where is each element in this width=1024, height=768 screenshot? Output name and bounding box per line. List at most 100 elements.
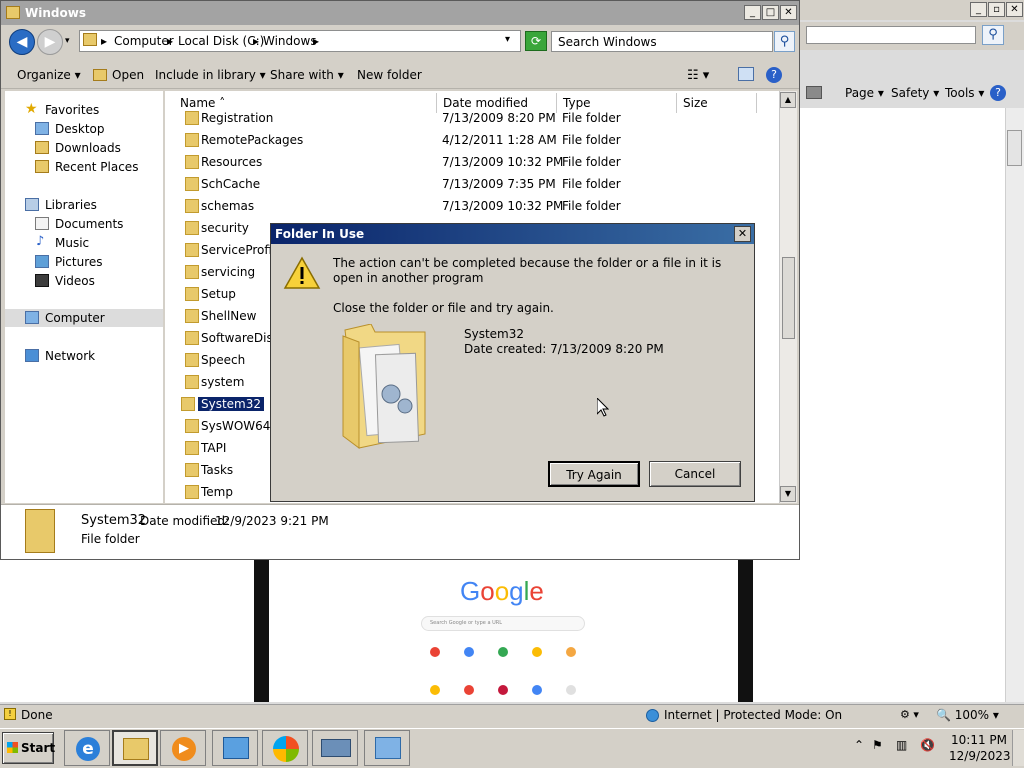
nav-recent-places[interactable]: Recent Places <box>5 158 163 176</box>
documents-icon <box>35 217 49 230</box>
preview-pane-icon[interactable] <box>738 67 754 81</box>
back-button[interactable]: ◀ <box>9 29 35 55</box>
ie-scroll-thumb[interactable] <box>1007 130 1022 166</box>
ie-zone-text: Internet | Protected Mode: On <box>664 708 843 722</box>
shortcut-icon[interactable] <box>566 647 576 657</box>
ie-safety-menu[interactable]: Safety ▾ <box>891 86 939 100</box>
ie-search-icon[interactable]: ⚲ <box>982 25 1004 45</box>
breadcrumb-separator[interactable]: ▸ <box>253 34 259 48</box>
nav-favorites[interactable]: ★ Favorites <box>5 101 163 119</box>
address-dropdown-chevron-down-icon[interactable]: ▾ <box>505 34 510 45</box>
recent-pages-chevron-down-icon[interactable]: ▾ <box>65 36 70 46</box>
ie-scrollbar[interactable] <box>1005 108 1024 702</box>
organize-button[interactable]: Organize ▾ <box>17 68 81 82</box>
nav-videos[interactable]: Videos <box>5 272 163 290</box>
mouse-cursor <box>596 396 610 420</box>
breadcrumb-separator[interactable]: ▸ <box>313 34 319 48</box>
ie-zoom-control[interactable]: 🔍 100% ▾ <box>936 708 999 722</box>
nav-downloads[interactable]: Downloads <box>5 139 163 157</box>
folder-icon <box>185 375 199 389</box>
minimize-button[interactable]: _ <box>744 5 761 20</box>
print-icon[interactable] <box>806 86 822 99</box>
help-icon[interactable]: ? <box>990 85 1006 101</box>
file-row[interactable]: RemotePackages 4/12/2011 1:28 AM File fold… <box>179 130 769 152</box>
shortcut-icon[interactable] <box>532 647 542 657</box>
refresh-icon[interactable]: ⟳ <box>525 31 547 51</box>
keyboard-icon <box>321 739 351 757</box>
show-hidden-icons-chevron-up-icon[interactable]: ⌃ <box>854 738 864 752</box>
include-in-library-button[interactable]: Include in library ▾ <box>155 68 266 82</box>
clock-time[interactable]: 10:11 PM <box>951 733 1007 747</box>
nav-documents[interactable]: Documents <box>5 215 163 233</box>
ie-page-menu[interactable]: Page ▾ <box>845 86 884 100</box>
ie-search-field[interactable] <box>806 26 976 44</box>
change-view-icon[interactable]: ☷ ▾ <box>687 68 709 83</box>
add-shortcut-icon[interactable] <box>566 685 576 695</box>
start-button[interactable]: Start <box>2 732 55 764</box>
show-desktop-button[interactable] <box>1012 730 1024 766</box>
folder-in-use-dialog: Folder In Use ✕ The action can't be comp… <box>270 223 755 502</box>
ie-minimize-button[interactable]: _ <box>970 2 987 17</box>
scroll-thumb[interactable] <box>782 257 795 339</box>
help-icon[interactable]: ? <box>766 67 782 83</box>
nav-network[interactable]: Network <box>5 347 163 365</box>
open-button[interactable]: Open <box>112 68 144 82</box>
file-name: ShellNew <box>201 309 257 323</box>
clock-date[interactable]: 12/9/2023 <box>949 749 1011 763</box>
nav-music[interactable]: ♪ Music <box>5 234 163 252</box>
shortcut-icon[interactable] <box>532 685 542 695</box>
taskbar-internet-explorer[interactable]: e <box>64 730 110 766</box>
maximize-button[interactable]: □ <box>762 5 779 20</box>
nav-libraries[interactable]: Libraries <box>5 196 163 214</box>
cancel-button[interactable]: Cancel <box>649 461 741 487</box>
shortcut-icon[interactable] <box>430 647 440 657</box>
search-icon[interactable]: ⚲ <box>774 31 795 52</box>
shortcut-icon[interactable] <box>430 685 440 695</box>
file-name: SchCache <box>201 177 261 191</box>
taskbar-windows-explorer[interactable] <box>112 730 158 766</box>
new-folder-button[interactable]: New folder <box>357 68 422 82</box>
breadcrumb-separator[interactable]: ▸ <box>101 34 107 48</box>
shortcut-icon[interactable] <box>498 685 508 695</box>
nav-desktop[interactable]: Desktop <box>5 120 163 138</box>
taskbar-keyboard-app[interactable] <box>312 730 358 766</box>
folder-icon <box>185 199 199 213</box>
breadcrumb-separator[interactable]: ▸ <box>167 34 173 48</box>
scroll-down-button[interactable]: ▼ <box>780 486 796 502</box>
details-file-name: System32 <box>81 513 147 528</box>
file-row[interactable]: Resources 7/13/2009 10:32 PM File folder <box>179 152 769 174</box>
file-row[interactable]: SchCache 7/13/2009 7:35 PM File folder <box>179 174 769 196</box>
google-search-box[interactable]: Search Google or type a URL <box>421 616 585 631</box>
folder-icon <box>185 331 199 345</box>
file-row[interactable]: schemas 7/13/2009 10:32 PM File folder <box>179 196 769 218</box>
taskbar-remote-desktop[interactable] <box>212 730 258 766</box>
taskbar-control-panel[interactable] <box>364 730 410 766</box>
taskbar-windows-update[interactable] <box>262 730 308 766</box>
scroll-up-button[interactable]: ▲ <box>780 92 796 108</box>
taskbar-media-player[interactable]: ▶ <box>160 730 206 766</box>
breadcrumb-local-disk[interactable]: Local Disk (C:) <box>178 34 264 48</box>
breadcrumb-windows[interactable]: Windows <box>263 34 317 48</box>
forward-button[interactable]: ▶ <box>37 29 63 55</box>
nav-pictures[interactable]: Pictures <box>5 253 163 271</box>
shortcut-icon[interactable] <box>464 685 474 695</box>
ie-restore-button[interactable]: ▫ <box>988 2 1005 17</box>
ie-protected-mode-icon[interactable]: ⚙ ▾ <box>900 708 919 721</box>
breadcrumb-computer[interactable]: Computer <box>114 34 174 48</box>
shortcut-icon[interactable] <box>498 647 508 657</box>
nav-computer[interactable]: Computer <box>5 309 163 327</box>
folder-icon <box>6 6 20 19</box>
action-center-flag-icon[interactable]: ⚑ <box>872 738 883 752</box>
folder-icon <box>185 221 199 235</box>
ie-tools-menu[interactable]: Tools ▾ <box>945 86 984 100</box>
ie-close-button[interactable]: ✕ <box>1006 2 1023 17</box>
close-button[interactable]: ✕ <box>780 5 797 20</box>
try-again-button[interactable]: Try Again <box>548 461 640 487</box>
volume-muted-icon[interactable]: 🔇 <box>920 738 935 752</box>
search-input[interactable]: Search Windows <box>551 31 773 52</box>
file-row[interactable]: Registration 7/13/2009 8:20 PM File folder <box>179 108 769 130</box>
dialog-close-button[interactable]: ✕ <box>734 226 751 242</box>
shortcut-icon[interactable] <box>464 647 474 657</box>
network-tray-icon[interactable]: ▥ <box>896 738 907 752</box>
share-with-button[interactable]: Share with ▾ <box>270 68 344 82</box>
